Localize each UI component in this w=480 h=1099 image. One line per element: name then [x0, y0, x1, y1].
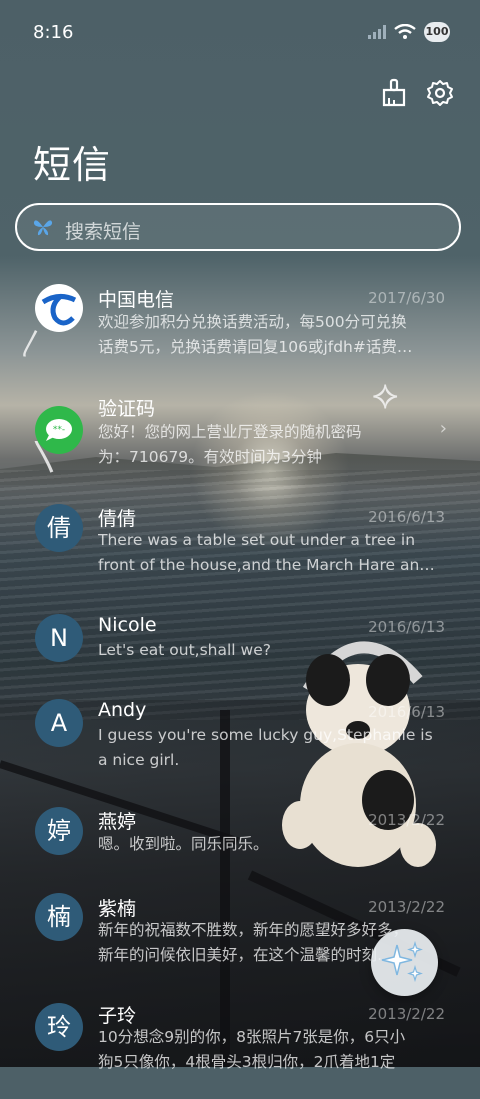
status-time: 8:16: [33, 22, 74, 43]
cellular-signal-icon: [368, 25, 386, 39]
brush-icon: [382, 78, 406, 107]
conversation-item[interactable]: 中国电信 2017/6/30 欢迎参加积分兑换话费活动，每500分可兑换 话费5…: [0, 272, 480, 372]
preview-line: 嗯。收到啦。同乐同乐。: [98, 835, 269, 853]
avatar: 婷: [35, 807, 83, 855]
avatar: [35, 284, 83, 332]
avatar: 楠: [35, 893, 83, 941]
avatar: A: [35, 699, 83, 747]
message-date: 2013/2/22: [368, 811, 445, 829]
status-bar: 8:16 100: [0, 0, 480, 66]
avatar: **-: [35, 406, 83, 454]
contact-name: 中国电信: [98, 289, 175, 311]
preview-line: a nice girl.: [98, 751, 180, 769]
contact-name: Nicole: [98, 614, 157, 636]
battery-indicator: 100: [424, 22, 450, 42]
message-preview: 嗯。收到啦。同乐同乐。: [98, 832, 444, 857]
message-date: 2016/6/13: [368, 508, 445, 526]
sparkle-icon: [381, 940, 423, 983]
avatar: 倩: [35, 504, 83, 552]
china-telecom-logo-icon: [36, 285, 82, 331]
message-preview: Let's eat out,shall we?: [98, 638, 444, 663]
message-date: 2013/2/22: [368, 1005, 445, 1023]
clean-brush-button[interactable]: [380, 78, 408, 108]
search-bar[interactable]: 搜索短信: [15, 203, 461, 251]
preview-line: There was a table set out under a tree i…: [98, 531, 416, 549]
preview-line: 欢迎参加积分兑换话费活动，每500分可兑换: [98, 313, 407, 331]
avatar: 玲: [35, 1003, 83, 1051]
contact-name: 燕婷: [98, 811, 137, 833]
contact-name: Andy: [98, 699, 147, 721]
gear-icon: [427, 80, 453, 106]
ai-assistant-button[interactable]: [371, 929, 438, 996]
conversation-item[interactable]: **- 验证码 您好！您的网上营业厅登录的随机密码 为：710679。有效时间为…: [0, 382, 480, 482]
message-preview: There was a table set out under a tree i…: [98, 528, 444, 578]
message-date: 2013/2/22: [368, 898, 445, 916]
settings-button[interactable]: [426, 78, 454, 108]
chevron-right-icon: ›: [439, 418, 447, 439]
preview-line: 10分想念9别的你，8张照片7张是你，6只小: [98, 1028, 406, 1046]
preview-line: 话费5元，兑换话费请回复106或jfdh#话费…: [98, 338, 413, 356]
status-icons: 100: [368, 22, 450, 42]
conversation-item[interactable]: 倩 倩倩 2016/6/13 There was a table set out…: [0, 492, 480, 592]
message-date: 2017/6/30: [368, 289, 445, 307]
conversation-item[interactable]: 婷 燕婷 2013/2/22 嗯。收到啦。同乐同乐。: [0, 797, 480, 877]
contact-name: 验证码: [98, 398, 156, 420]
avatar: N: [35, 614, 83, 662]
message-date: 2016/6/13: [368, 618, 445, 636]
message-bubble-icon: **-: [46, 419, 72, 441]
message-preview: I guess you're some lucky guy,Stephanie …: [98, 723, 444, 773]
preview-line: front of the house,and the March Hare an…: [98, 556, 435, 574]
preview-line: Let's eat out,shall we?: [98, 641, 271, 659]
svg-text:**-: **-: [53, 425, 65, 435]
conversation-item[interactable]: N Nicole 2016/6/13 Let's eat out,shall w…: [0, 602, 480, 677]
conversation-item[interactable]: 玲 子玲 2013/2/22 10分想念9别的你，8张照片7张是你，6只小 狗5…: [0, 999, 480, 1099]
message-preview: 您好！您的网上营业厅登录的随机密码 为：710679。有效时间为3分钟: [98, 420, 444, 470]
contact-name: 倩倩: [98, 508, 137, 530]
message-preview: 10分想念9别的你，8张照片7张是你，6只小 狗5只像你，4根骨头3根归你，2爪…: [98, 1025, 444, 1075]
search-placeholder: 搜索短信: [65, 221, 142, 243]
message-date: 2016/6/13: [368, 703, 445, 721]
conversation-item[interactable]: A Andy 2016/6/13 I guess you're some luc…: [0, 687, 480, 787]
preview-line: I guess you're some lucky guy,Stephanie …: [98, 726, 433, 744]
butterfly-icon: [33, 220, 53, 236]
preview-line: 狗5只像你，4根骨头3根归你，2爪着地1定: [98, 1053, 396, 1071]
contact-name: 子玲: [98, 1005, 137, 1027]
preview-line: 您好！您的网上营业厅登录的随机密码: [98, 423, 362, 441]
preview-line: 为：710679。有效时间为3分钟: [98, 448, 323, 466]
message-preview: 欢迎参加积分兑换话费活动，每500分可兑换 话费5元，兑换话费请回复106或jf…: [98, 310, 444, 360]
header-actions: [380, 78, 454, 108]
wifi-icon: [394, 24, 416, 39]
contact-name: 紫楠: [98, 898, 137, 920]
page-title: 短信: [33, 143, 112, 187]
